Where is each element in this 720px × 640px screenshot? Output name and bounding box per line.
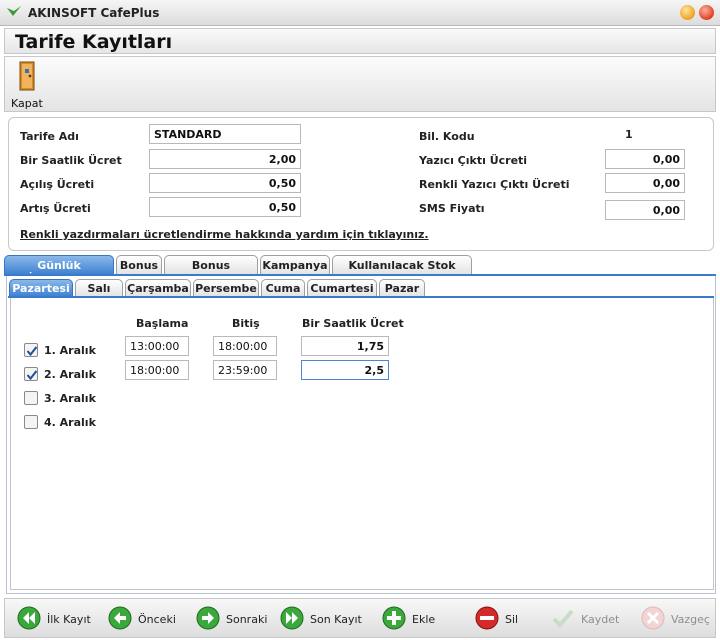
add-label: Ekle bbox=[412, 613, 436, 626]
tab-stock-price[interactable]: Kullanılacak Stok Fiyatı bbox=[332, 255, 472, 285]
plus-icon bbox=[382, 606, 406, 630]
end-column-header: Bitiş bbox=[232, 317, 260, 330]
start-column-header: Başlama bbox=[136, 317, 189, 330]
tariff-name-label: Tarife Adı bbox=[20, 130, 79, 143]
delete-label: Sil bbox=[505, 613, 519, 626]
tab-daily-discounts[interactable]: Günlük İndirimler bbox=[4, 255, 114, 285]
tab-saturday[interactable]: Cumartesi bbox=[307, 279, 377, 297]
sms-price-label: SMS Fiyatı bbox=[419, 202, 485, 215]
interval-2-end-field[interactable] bbox=[213, 360, 277, 380]
door-exit-icon bbox=[19, 61, 35, 91]
interval-2-label: 2. Aralık bbox=[44, 368, 96, 381]
close-window-button[interactable] bbox=[699, 5, 714, 20]
save-label: Kaydet bbox=[581, 613, 620, 626]
checkmark-icon bbox=[552, 609, 574, 628]
interval-4-label: 4. Aralık bbox=[44, 416, 96, 429]
delete-button[interactable]: Sil bbox=[475, 606, 529, 632]
tab-wednesday[interactable]: Çarşamba bbox=[125, 279, 191, 297]
computer-code-label: Bil. Kodu bbox=[419, 130, 475, 143]
hourly-fee-field[interactable] bbox=[149, 149, 301, 169]
tab-tuesday[interactable]: Salı bbox=[75, 279, 123, 297]
hourly-fee-column-header: Bir Saatlik Ücret bbox=[302, 317, 404, 330]
computer-code-value: 1 bbox=[625, 128, 633, 141]
next-record-label: Sonraki bbox=[226, 613, 268, 626]
interval-2-hourly-field[interactable] bbox=[301, 360, 389, 380]
increment-fee-label: Artış Ücreti bbox=[20, 202, 91, 215]
printer-fee-label: Yazıcı Çıktı Ücreti bbox=[419, 154, 528, 167]
tab-friday[interactable]: Cuma bbox=[261, 279, 305, 297]
cancel-icon bbox=[641, 606, 665, 630]
tab-monday[interactable]: Pazartesi bbox=[9, 279, 73, 297]
record-nav-bar: İlk Kayıt Önceki Sonraki Son Kayıt Ekle bbox=[4, 598, 716, 638]
tab-sunday[interactable]: Pazar bbox=[379, 279, 425, 297]
interval-1-end-field[interactable] bbox=[213, 336, 277, 356]
save-button[interactable]: Kaydet bbox=[551, 606, 625, 632]
first-record-button[interactable]: İlk Kayıt bbox=[17, 606, 93, 632]
color-print-help-link[interactable]: Renkli yazdırmaları ücretlendirme hakkın… bbox=[20, 228, 429, 241]
first-record-icon bbox=[17, 606, 41, 630]
page-title: Tarife Kayıtları bbox=[15, 31, 173, 53]
increment-fee-field[interactable] bbox=[149, 197, 301, 217]
next-record-button[interactable]: Sonraki bbox=[196, 606, 270, 632]
intervals-panel: Başlama Bitiş Bir Saatlik Ücret 1. Aralı… bbox=[10, 298, 714, 590]
interval-4-checkbox[interactable] bbox=[24, 415, 38, 429]
tab-thursday[interactable]: Persembe bbox=[193, 279, 259, 297]
toolbar: Kapat bbox=[4, 56, 716, 112]
tariff-name-field[interactable] bbox=[149, 124, 301, 144]
interval-3-label: 3. Aralık bbox=[44, 392, 96, 405]
previous-record-label: Önceki bbox=[138, 613, 176, 626]
cancel-button[interactable]: Vazgeç bbox=[641, 606, 713, 632]
arrow-right-icon bbox=[196, 606, 220, 630]
app-logo-icon bbox=[7, 6, 21, 16]
first-record-label: İlk Kayıt bbox=[47, 613, 91, 626]
page-header: Tarife Kayıtları bbox=[4, 28, 716, 54]
interval-1-checkbox[interactable] bbox=[24, 343, 38, 357]
close-button-label: Kapat bbox=[11, 97, 43, 110]
tab-bonus-prices[interactable]: Bonus Fiyatları bbox=[164, 255, 258, 285]
last-record-icon bbox=[280, 606, 304, 630]
color-printer-fee-field[interactable] bbox=[605, 173, 685, 193]
tab-campaign[interactable]: Kampanya bbox=[260, 255, 330, 275]
interval-3-checkbox[interactable] bbox=[24, 391, 38, 405]
delete-icon bbox=[475, 606, 499, 630]
interval-1-hourly-field[interactable] bbox=[301, 336, 389, 356]
checkmark-icon bbox=[26, 346, 38, 357]
last-record-button[interactable]: Son Kayıt bbox=[280, 606, 364, 632]
previous-record-button[interactable]: Önceki bbox=[108, 606, 182, 632]
title-bar: AKINSOFT CafePlus bbox=[0, 0, 720, 26]
opening-fee-label: Açılış Ücreti bbox=[20, 178, 95, 191]
tariff-form-panel: Tarife Adı Bir Saatlik Ücret Açılış Ücre… bbox=[8, 117, 714, 251]
tab-bonus[interactable]: Bonus bbox=[116, 255, 162, 275]
interval-1-start-field[interactable] bbox=[125, 336, 189, 356]
sms-price-field[interactable] bbox=[605, 200, 685, 220]
cancel-label: Vazgeç bbox=[671, 613, 710, 626]
interval-2-start-field[interactable] bbox=[125, 360, 189, 380]
minimize-button[interactable] bbox=[680, 5, 695, 20]
color-printer-fee-label: Renkli Yazıcı Çıktı Ücreti bbox=[419, 178, 570, 191]
interval-1-label: 1. Aralık bbox=[44, 344, 96, 357]
close-button[interactable]: Kapat bbox=[7, 59, 47, 110]
opening-fee-field[interactable] bbox=[149, 173, 301, 193]
window-title: AKINSOFT CafePlus bbox=[28, 6, 160, 20]
arrow-left-icon bbox=[108, 606, 132, 630]
hourly-fee-label: Bir Saatlik Ücret bbox=[20, 154, 122, 167]
last-record-label: Son Kayıt bbox=[310, 613, 362, 626]
interval-2-checkbox[interactable] bbox=[24, 367, 38, 381]
add-button[interactable]: Ekle bbox=[382, 606, 442, 632]
printer-fee-field[interactable] bbox=[605, 149, 685, 169]
checkmark-icon bbox=[26, 370, 38, 381]
